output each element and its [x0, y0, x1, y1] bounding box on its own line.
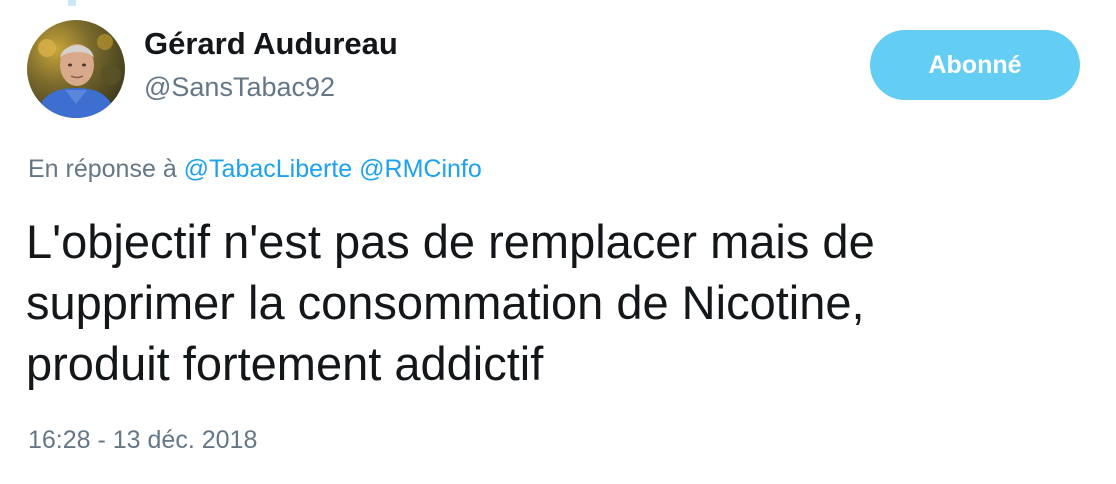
author-handle[interactable]: @SansTabac92 [144, 72, 335, 103]
tweet-text-line: L'objectif n'est pas de remplacer mais d… [26, 215, 875, 268]
follow-button[interactable]: Abonné [870, 30, 1080, 100]
mention-link[interactable]: @RMCinfo [359, 155, 482, 183]
reply-context: En réponse à @TabacLiberte @RMCinfo [28, 155, 482, 184]
reply-context-prefix: En réponse à [28, 155, 177, 183]
mention-link[interactable]: @TabacLiberte [184, 155, 353, 183]
tweet-card: Gérard Audureau @SansTabac92 Abonné En r… [0, 0, 1116, 484]
author-display-name[interactable]: Gérard Audureau [144, 26, 398, 62]
avatar[interactable] [27, 20, 125, 118]
tweet-timestamp[interactable]: 16:28 - 13 déc. 2018 [28, 426, 257, 455]
tweet-text: L'objectif n'est pas de remplacer mais d… [26, 211, 1086, 394]
tweet-text-line: supprimer la consommation de Nicotine, [26, 276, 865, 329]
tweet-text-line: produit fortement addictif [26, 337, 544, 390]
